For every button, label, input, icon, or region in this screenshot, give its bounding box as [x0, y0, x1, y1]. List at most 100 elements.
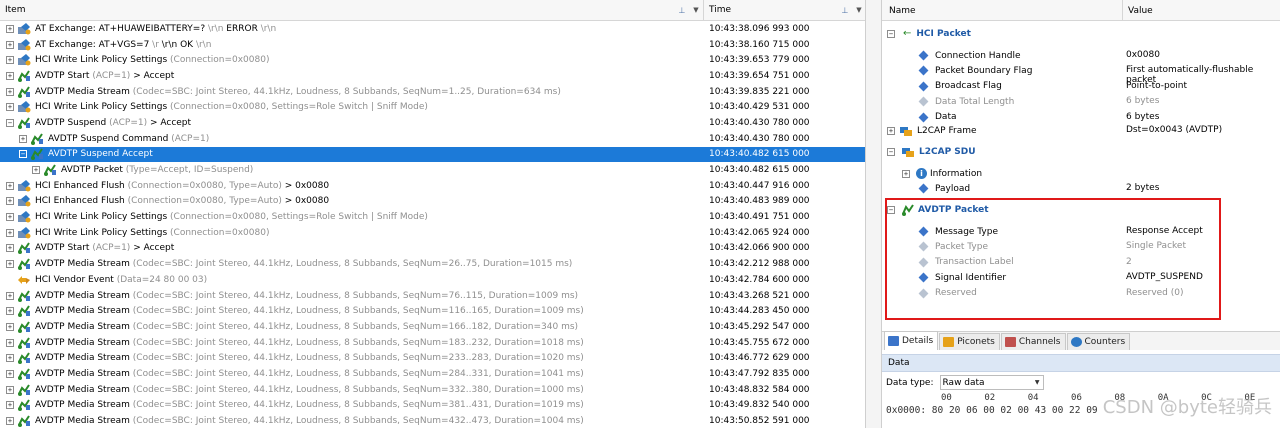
- packet-row[interactable]: + AVDTP Media Stream (Codec=SBC: Joint St…: [0, 335, 865, 351]
- expand-icon[interactable]: +: [19, 134, 27, 143]
- column-header-item[interactable]: Item ⊥ ▼: [0, 0, 704, 21]
- info-icon: i: [916, 168, 927, 179]
- expand-icon[interactable]: +: [6, 244, 14, 253]
- row-payload[interactable]: Payload 2 bytes: [882, 181, 1280, 196]
- packet-row[interactable]: + HCI Enhanced Flush (Connection=0x0080, …: [0, 178, 865, 194]
- packet-row[interactable]: + AVDTP Media Stream (Codec=SBC: Joint St…: [0, 413, 865, 428]
- packet-time: 10:43:40.429 531 000: [709, 102, 810, 113]
- packet-row-item: + AT Exchange: AT+HUAWEIBATTERY=? \r\n ER…: [0, 21, 704, 37]
- group-title: HCI Packet: [916, 28, 971, 39]
- packet-params: (Codec=SBC: Joint Stereo, 44.1kHz, Loudn…: [129, 353, 584, 364]
- expand-icon[interactable]: +: [6, 71, 14, 80]
- packet-row[interactable]: + AVDTP Media Stream (Codec=SBC: Joint St…: [0, 84, 865, 100]
- packet-row[interactable]: + AVDTP Start (ACP=1) > Accept 10:43:42.06…: [0, 241, 865, 257]
- hex-bytes-row[interactable]: 0x0000: 80 20 06 00 02 00 43 00 22 09: [886, 405, 1098, 416]
- expand-icon[interactable]: +: [6, 401, 14, 410]
- packet-row-item: + HCI Write Link Policy Settings (Connect…: [0, 209, 704, 225]
- expand-icon[interactable]: +: [6, 40, 14, 49]
- group-hci-packet[interactable]: − ← HCI Packet: [882, 26, 1280, 41]
- expand-icon[interactable]: +: [6, 291, 14, 300]
- expand-icon[interactable]: +: [6, 87, 14, 96]
- field-row[interactable]: Broadcast Flag Point-to-point: [882, 79, 1280, 94]
- expand-icon[interactable]: +: [902, 169, 910, 178]
- pane-splitter[interactable]: [866, 0, 882, 428]
- chevron-down-icon[interactable]: ▼: [689, 6, 703, 14]
- packet-params: (Codec=SBC: Joint Stereo, 44.1kHz, Loudn…: [129, 290, 579, 301]
- column-header-value[interactable]: Value: [1128, 6, 1153, 16]
- tab-channels[interactable]: Channels: [1000, 333, 1066, 350]
- packet-row[interactable]: + AVDTP Media Stream (Codec=SBC: Joint St…: [0, 350, 865, 366]
- pin-icon[interactable]: ⊥: [838, 6, 852, 15]
- packet-row[interactable]: + AVDTP Media Stream (Codec=SBC: Joint St…: [0, 288, 865, 304]
- expand-icon[interactable]: +: [6, 322, 14, 331]
- packet-time: 10:43:43.268 521 000: [709, 290, 810, 301]
- row-l2cap-frame[interactable]: + L2CAP Frame Dst=0x0043 (AVDTP): [882, 123, 1280, 138]
- packet-row[interactable]: + AVDTP Media Stream (Codec=SBC: Joint St…: [0, 319, 865, 335]
- packet-time: 10:43:42.212 988 000: [709, 259, 810, 270]
- packet-row-item: + AVDTP Media Stream (Codec=SBC: Joint St…: [0, 335, 704, 351]
- expand-icon[interactable]: +: [6, 197, 14, 206]
- packet-row[interactable]: + AVDTP Suspend Command (ACP=1) 10:43:40.4…: [0, 131, 865, 147]
- collapse-icon[interactable]: −: [19, 150, 27, 159]
- expand-icon[interactable]: +: [6, 24, 14, 33]
- expand-icon[interactable]: +: [6, 103, 14, 112]
- collapse-icon[interactable]: −: [6, 118, 14, 127]
- packet-row[interactable]: + AVDTP Media Stream (Codec=SBC: Joint St…: [0, 303, 865, 319]
- packet-name: AVDTP Media Stream: [35, 416, 130, 427]
- tab-details[interactable]: Details: [884, 331, 939, 350]
- column-header-time[interactable]: Time ⊥ ▼: [704, 0, 865, 21]
- chevron-down-icon[interactable]: ▼: [852, 6, 865, 14]
- column-header-name[interactable]: Name: [889, 6, 916, 16]
- expand-icon[interactable]: +: [6, 260, 14, 269]
- packet-row[interactable]: + AVDTP Media Stream (Codec=SBC: Joint St…: [0, 366, 865, 382]
- packet-row[interactable]: + AT Exchange: AT+VGS=7 \r \r\n OK \r\n 10…: [0, 37, 865, 53]
- packet-row[interactable]: + AVDTP Start (ACP=1) > Accept 10:43:39.65…: [0, 68, 865, 84]
- packet-row[interactable]: + HCI Enhanced Flush (Connection=0x0080, …: [0, 194, 865, 210]
- collapse-icon[interactable]: −: [887, 29, 895, 38]
- packet-row-item: + AVDTP Media Stream (Codec=SBC: Joint St…: [0, 303, 704, 319]
- packet-row[interactable]: + HCI Write Link Policy Settings (Connect…: [0, 99, 865, 115]
- packet-row[interactable]: HCI Vendor Event (Data=24 80 00 03) 10:43…: [0, 272, 865, 288]
- tab-counters[interactable]: Counters: [1066, 333, 1131, 350]
- packet-params: (Connection=0x0080): [167, 55, 270, 66]
- expand-icon[interactable]: +: [6, 213, 14, 222]
- collapse-icon[interactable]: −: [887, 147, 895, 156]
- packet-result: > Accept: [130, 243, 175, 254]
- expand-icon[interactable]: +: [6, 417, 14, 426]
- expand-icon[interactable]: +: [6, 385, 14, 394]
- packet-row[interactable]: − AVDTP Suspend Accept 10:43:40.482 615 00…: [0, 146, 865, 163]
- vendor-icon: [18, 275, 30, 284]
- expand-icon[interactable]: +: [887, 126, 895, 135]
- expand-icon[interactable]: +: [6, 181, 14, 190]
- field-row[interactable]: Packet Boundary Flag First automatically-…: [882, 63, 1280, 85]
- packet-row[interactable]: + HCI Write Link Policy Settings (Connect…: [0, 209, 865, 225]
- packet-row[interactable]: − AVDTP Suspend (ACP=1) > Accept 10:43:40.…: [0, 115, 865, 131]
- packet-row[interactable]: + AVDTP Media Stream (Codec=SBC: Joint St…: [0, 398, 865, 414]
- packet-row[interactable]: + HCI Write Link Policy Settings (Connect…: [0, 52, 865, 68]
- hex-bytes[interactable]: 80 20 06 00 02 00 43 00 22 09: [932, 405, 1098, 416]
- expand-icon[interactable]: +: [6, 369, 14, 378]
- packet-params: (Data=24 80 00 03): [113, 274, 208, 285]
- pin-icon[interactable]: ⊥: [675, 6, 689, 15]
- data-type-select[interactable]: Raw data ▼: [939, 375, 1044, 390]
- packet-row[interactable]: + AT Exchange: AT+HUAWEIBATTERY=? \r\n ER…: [0, 21, 865, 37]
- expand-icon[interactable]: +: [6, 228, 14, 237]
- packet-row[interactable]: + AVDTP Packet (Type=Accept, ID=Suspend) 1…: [0, 162, 865, 178]
- hci-icon: [18, 179, 31, 192]
- packet-row[interactable]: + AVDTP Media Stream (Codec=SBC: Joint St…: [0, 382, 865, 398]
- expand-icon[interactable]: +: [32, 166, 40, 175]
- tab-label: Details: [902, 336, 934, 346]
- field-row[interactable]: Data Total Length 6 bytes: [882, 94, 1280, 109]
- row-information[interactable]: + i Information: [882, 166, 1280, 181]
- packet-row[interactable]: + HCI Write Link Policy Settings (Connect…: [0, 225, 865, 241]
- expand-icon[interactable]: +: [6, 338, 14, 347]
- chevron-down-icon[interactable]: ▼: [1035, 379, 1040, 386]
- group-l2cap-sdu[interactable]: − L2CAP SDU: [882, 144, 1280, 159]
- expand-icon[interactable]: +: [6, 56, 14, 65]
- column-divider[interactable]: [1122, 0, 1123, 21]
- tab-piconets[interactable]: Piconets: [939, 333, 1000, 350]
- field-row[interactable]: Connection Handle 0x0080: [882, 48, 1280, 63]
- expand-icon[interactable]: +: [6, 307, 14, 316]
- packet-row[interactable]: + AVDTP Media Stream (Codec=SBC: Joint St…: [0, 256, 865, 272]
- expand-icon[interactable]: +: [6, 354, 14, 363]
